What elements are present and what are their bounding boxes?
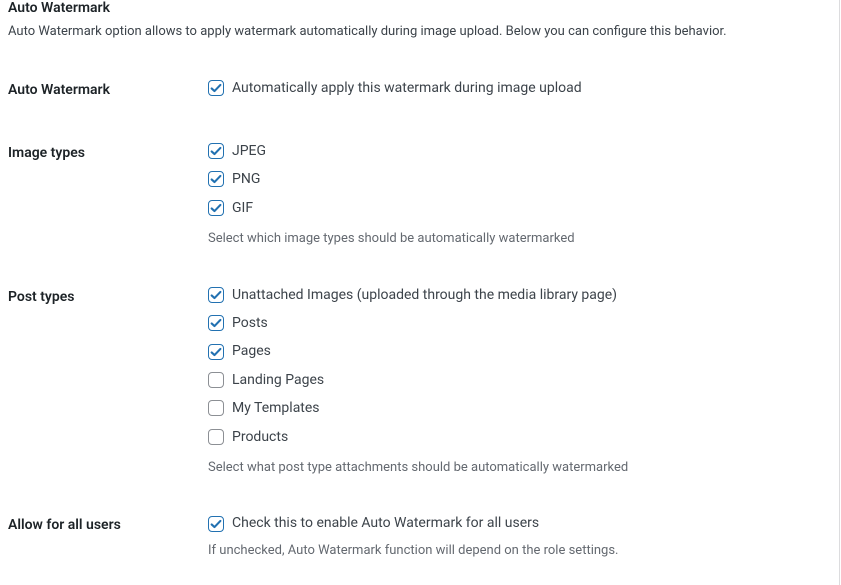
- allow-all-users-option-label: Check this to enable Auto Watermark for …: [232, 512, 539, 534]
- image-types-options-checkbox[interactable]: [208, 143, 224, 159]
- post-types-options-item[interactable]: Landing Pages: [208, 369, 821, 391]
- check-icon: [209, 144, 223, 158]
- post-types-options-checkbox[interactable]: [208, 400, 224, 416]
- check-icon: [209, 316, 223, 330]
- row-allow-all-users: Allow for all users Check this to enable…: [8, 497, 831, 580]
- auto-watermark-option[interactable]: Automatically apply this watermark durin…: [208, 77, 821, 99]
- image-types-options-item[interactable]: PNG: [208, 168, 821, 190]
- post-types-options-label: Pages: [232, 340, 271, 362]
- row-label-auto-watermark: Auto Watermark: [8, 62, 208, 125]
- image-types-help: Select which image types should be autom…: [208, 229, 821, 249]
- allow-all-users-help: If unchecked, Auto Watermark function wi…: [208, 541, 821, 561]
- row-label-image-types: Image types: [8, 125, 208, 269]
- row-post-types: Post types Unattached Images (uploaded t…: [8, 269, 831, 498]
- auto-watermark-checkbox[interactable]: [208, 80, 224, 96]
- post-types-options-item[interactable]: My Templates: [208, 397, 821, 419]
- check-icon: [209, 288, 223, 302]
- post-types-options-label: Unattached Images (uploaded through the …: [232, 284, 617, 306]
- allow-all-users-checkbox[interactable]: [208, 516, 224, 532]
- post-types-options-checkbox[interactable]: [208, 315, 224, 331]
- check-icon: [209, 172, 223, 186]
- post-types-options-checkbox[interactable]: [208, 372, 224, 388]
- post-types-options-label: My Templates: [232, 397, 320, 419]
- post-types-options-label: Products: [232, 426, 288, 448]
- post-types-options-label: Posts: [232, 312, 268, 334]
- check-icon: [209, 201, 223, 215]
- settings-table: Auto Watermark Automatically apply this …: [8, 62, 831, 581]
- image-types-options-label: PNG: [232, 168, 260, 190]
- post-types-help: Select what post type attachments should…: [208, 458, 821, 478]
- post-types-options: Unattached Images (uploaded through the …: [208, 284, 821, 448]
- check-icon: [209, 517, 223, 531]
- check-icon: [209, 81, 223, 95]
- post-types-options-item[interactable]: Products: [208, 426, 821, 448]
- image-types-options: JPEG PNG GIF: [208, 140, 821, 219]
- auto-watermark-settings-panel: Auto Watermark Auto Watermark option all…: [0, 0, 840, 585]
- image-types-options-item[interactable]: JPEG: [208, 140, 821, 162]
- post-types-options-checkbox[interactable]: [208, 287, 224, 303]
- post-types-options-label: Landing Pages: [232, 369, 324, 391]
- section-title: Auto Watermark: [8, 0, 831, 16]
- post-types-options-item[interactable]: Posts: [208, 312, 821, 334]
- post-types-options-item[interactable]: Unattached Images (uploaded through the …: [208, 284, 821, 306]
- row-label-allow-all-users: Allow for all users: [8, 497, 208, 580]
- image-types-options-item[interactable]: GIF: [208, 197, 821, 219]
- allow-all-users-option[interactable]: Check this to enable Auto Watermark for …: [208, 512, 821, 534]
- image-types-options-checkbox[interactable]: [208, 171, 224, 187]
- check-icon: [209, 345, 223, 359]
- post-types-options-checkbox[interactable]: [208, 344, 224, 360]
- section-description: Auto Watermark option allows to apply wa…: [8, 22, 831, 42]
- image-types-options-checkbox[interactable]: [208, 200, 224, 216]
- post-types-options-item[interactable]: Pages: [208, 340, 821, 362]
- image-types-options-label: GIF: [232, 197, 253, 219]
- row-label-post-types: Post types: [8, 269, 208, 498]
- post-types-options-checkbox[interactable]: [208, 429, 224, 445]
- row-image-types: Image types JPEG PNG GIF Select which imag…: [8, 125, 831, 269]
- row-auto-watermark: Auto Watermark Automatically apply this …: [8, 62, 831, 125]
- image-types-options-label: JPEG: [232, 140, 266, 162]
- auto-watermark-option-label: Automatically apply this watermark durin…: [232, 77, 582, 99]
